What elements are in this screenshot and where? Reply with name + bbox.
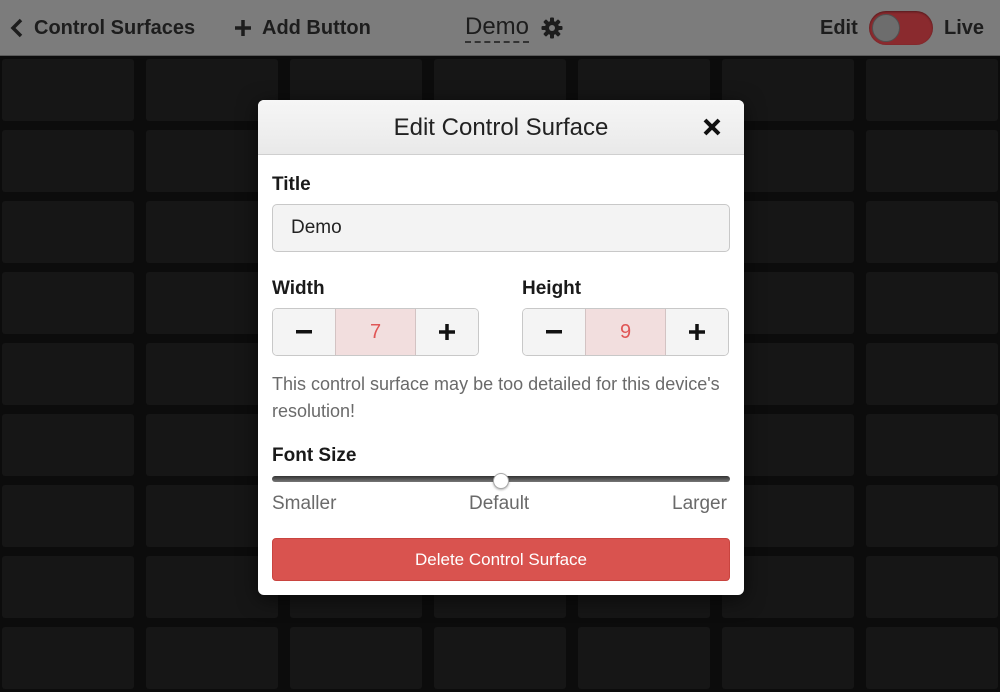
top-bar: Control Surfaces Add Button Demo Edit Li… (0, 0, 1000, 56)
grid-cell[interactable] (2, 201, 134, 263)
edit-dialog: Edit Control Surface Title Width 7 Heigh… (258, 100, 744, 595)
width-decrement-button[interactable] (273, 309, 335, 355)
plus-icon (439, 324, 455, 340)
width-stepper: 7 (272, 308, 479, 356)
live-label: Live (944, 16, 985, 39)
slider-label-default: Default (469, 493, 530, 514)
add-button[interactable]: Add Button (234, 0, 371, 56)
surface-title-text[interactable]: Demo (465, 13, 530, 43)
edit-label: Edit (820, 16, 858, 39)
height-increment-button[interactable] (666, 309, 728, 355)
back-button[interactable]: Control Surfaces (10, 0, 195, 56)
width-increment-button[interactable] (416, 309, 478, 355)
grid-cell[interactable] (866, 343, 998, 405)
grid-cell[interactable] (866, 414, 998, 476)
dialog-title: Edit Control Surface (393, 114, 609, 141)
font-size-slider-handle[interactable] (493, 473, 509, 489)
grid-cell[interactable] (866, 130, 998, 192)
resolution-warning: This control surface may be too detailed… (272, 374, 720, 421)
toggle-knob[interactable] (872, 14, 900, 42)
height-decrement-button[interactable] (523, 309, 585, 355)
grid-cell[interactable] (2, 627, 134, 689)
dialog-header: Edit Control Surface (258, 100, 744, 155)
grid-cell[interactable] (866, 201, 998, 263)
grid-cell[interactable] (866, 272, 998, 334)
grid-cell[interactable] (2, 414, 134, 476)
grid-cell[interactable] (2, 556, 134, 618)
slider-label-larger: Larger (672, 493, 727, 514)
gear-icon[interactable] (541, 17, 563, 39)
slider-label-smaller: Smaller (272, 493, 337, 514)
grid-cell[interactable] (290, 627, 422, 689)
back-label: Control Surfaces (34, 16, 196, 39)
width-label: Width (272, 278, 325, 299)
font-size-label: Font Size (272, 445, 357, 466)
height-label: Height (522, 278, 582, 299)
close-icon[interactable] (701, 116, 723, 138)
grid-cell[interactable] (578, 627, 710, 689)
grid-cell[interactable] (2, 59, 134, 121)
grid-cell[interactable] (146, 627, 278, 689)
grid-cell[interactable] (866, 485, 998, 547)
plus-icon (689, 324, 705, 340)
grid-cell[interactable] (866, 556, 998, 618)
minus-icon (296, 330, 312, 334)
edit-live-toggle[interactable] (869, 11, 933, 45)
grid-cell[interactable] (866, 627, 998, 689)
width-value[interactable]: 7 (335, 309, 416, 355)
grid-cell[interactable] (2, 343, 134, 405)
grid-cell[interactable] (866, 59, 998, 121)
height-value[interactable]: 9 (585, 309, 666, 355)
delete-surface-button[interactable]: Delete Control Surface (272, 538, 730, 581)
title-label: Title (272, 174, 311, 195)
plus-icon (235, 20, 251, 36)
grid-cell[interactable] (722, 627, 854, 689)
grid-cell[interactable] (2, 272, 134, 334)
grid-cell[interactable] (2, 130, 134, 192)
add-label: Add Button (262, 16, 371, 39)
title-input[interactable] (272, 204, 730, 252)
height-stepper: 9 (522, 308, 729, 356)
grid-cell[interactable] (434, 627, 566, 689)
minus-icon (546, 330, 562, 334)
surface-title[interactable]: Demo (465, 0, 563, 56)
chevron-left-icon (10, 18, 23, 38)
grid-cell[interactable] (2, 485, 134, 547)
